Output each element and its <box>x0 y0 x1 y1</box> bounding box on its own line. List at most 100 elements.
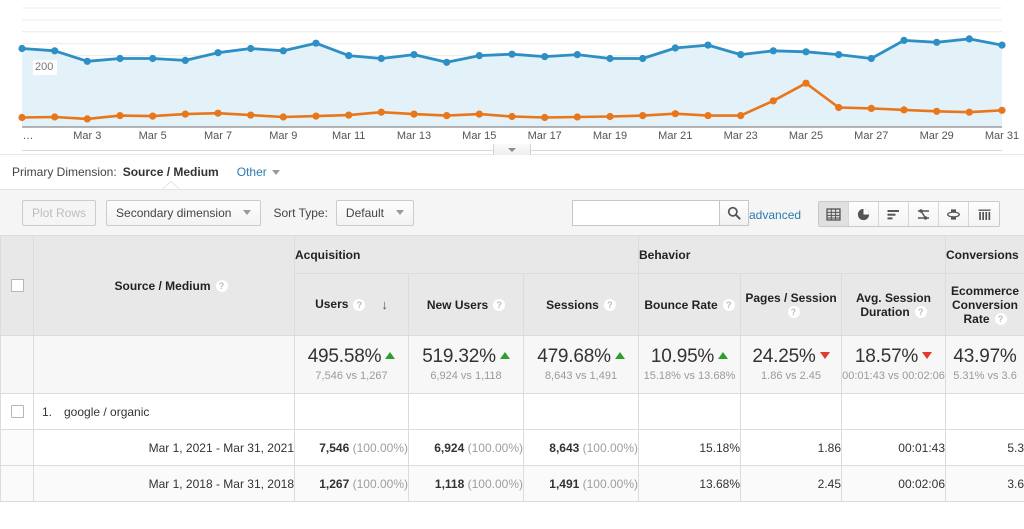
chart-data-point[interactable] <box>737 51 745 59</box>
help-icon[interactable]: ? <box>353 298 366 311</box>
chart-data-point[interactable] <box>181 56 189 64</box>
chart-data-point[interactable] <box>639 54 647 63</box>
chart-data-point[interactable] <box>933 107 941 115</box>
select-all-checkbox[interactable] <box>10 279 24 292</box>
chart-data-point[interactable] <box>214 109 222 117</box>
help-icon[interactable]: ? <box>914 306 927 319</box>
chart-data-point[interactable] <box>149 112 157 120</box>
chart-data-point[interactable] <box>704 112 712 120</box>
help-icon[interactable]: ? <box>493 299 506 312</box>
chart-data-point[interactable] <box>377 54 385 63</box>
chart-data-point[interactable] <box>835 51 843 59</box>
chart-data-point[interactable] <box>737 112 745 120</box>
column-header-users[interactable]: Users? ↓ <box>294 273 409 336</box>
row-checkbox[interactable] <box>10 405 24 418</box>
chart-data-point[interactable] <box>900 106 908 114</box>
chart-data-point[interactable] <box>83 115 91 123</box>
chart-data-point[interactable] <box>671 44 679 52</box>
plot-rows-button[interactable]: Plot Rows <box>22 199 97 226</box>
help-icon[interactable]: ? <box>215 280 228 293</box>
chart-data-point[interactable] <box>998 106 1006 114</box>
percentage-view-button[interactable] <box>849 202 879 226</box>
chart-data-point[interactable] <box>247 111 255 119</box>
chart-data-point[interactable] <box>18 44 26 53</box>
chart-data-point[interactable] <box>279 47 287 55</box>
chart-data-point[interactable] <box>18 113 26 122</box>
chart-data-point[interactable] <box>802 79 810 87</box>
pivot-view-button[interactable] <box>939 202 969 226</box>
chart-data-point[interactable] <box>769 47 777 55</box>
search-input[interactable] <box>572 200 719 226</box>
chart-data-point[interactable] <box>475 110 483 118</box>
column-header-sessions[interactable]: Sessions? <box>522 273 640 336</box>
chart-data-point[interactable] <box>410 51 418 59</box>
chart-data-point[interactable] <box>149 54 157 63</box>
chart-data-point[interactable] <box>965 108 973 116</box>
metric-percent: (100.00%) <box>582 476 639 491</box>
help-icon[interactable]: ? <box>994 313 1007 326</box>
avg-duration-cell: 00:02:06 <box>841 465 947 502</box>
chart-data-point[interactable] <box>247 44 255 53</box>
chart-data-point[interactable] <box>312 112 320 120</box>
chart-data-point[interactable] <box>802 48 810 56</box>
chart-data-point[interactable] <box>769 97 777 105</box>
chart-data-point[interactable] <box>998 41 1006 49</box>
chart-data-point[interactable] <box>83 57 91 65</box>
chart-data-point[interactable] <box>116 54 124 63</box>
chart-data-point[interactable] <box>345 111 353 119</box>
chart-data-point[interactable] <box>606 112 614 121</box>
chart-data-point[interactable] <box>639 112 647 120</box>
column-header-pages-session[interactable]: Pages / Session? <box>740 273 843 336</box>
table-row[interactable]: 1. google / organic <box>0 393 1024 430</box>
chart-data-point[interactable] <box>900 36 908 45</box>
chart-data-point[interactable] <box>933 38 941 46</box>
chart-data-point[interactable] <box>573 51 581 59</box>
column-header-bounce-rate[interactable]: Bounce Rate? <box>638 273 742 336</box>
chart-data-point[interactable] <box>214 49 222 57</box>
chart-data-point[interactable] <box>508 50 516 58</box>
help-icon[interactable]: ? <box>603 299 616 312</box>
table-view-button[interactable] <box>819 202 849 226</box>
chart-data-point[interactable] <box>410 110 418 118</box>
chart-data-point[interactable] <box>377 108 385 116</box>
column-header-new-users[interactable]: New Users? <box>408 273 524 336</box>
column-header-ecommerce-conversion-rate[interactable]: Ecommerce Conversion Rate? <box>945 273 1024 336</box>
help-icon[interactable]: ? <box>722 299 735 312</box>
chart-data-point[interactable] <box>443 112 451 120</box>
chart-data-point[interactable] <box>312 39 320 47</box>
row-checkbox-cell[interactable] <box>0 393 34 430</box>
chart-data-point[interactable] <box>475 52 483 60</box>
chart-data-point[interactable] <box>573 113 581 121</box>
chart-data-point[interactable] <box>867 104 875 112</box>
chart-data-point[interactable] <box>116 112 124 120</box>
chart-data-point[interactable] <box>541 113 549 122</box>
chart-data-point[interactable] <box>345 52 353 60</box>
chart-data-point[interactable] <box>443 58 451 66</box>
chart-data-point[interactable] <box>671 110 679 118</box>
chart-data-point[interactable] <box>965 35 973 43</box>
dimension-header-cell[interactable]: Source / Medium? <box>33 235 295 336</box>
performance-view-button[interactable] <box>879 202 909 226</box>
chart-data-point[interactable] <box>867 54 875 63</box>
chart-data-point[interactable] <box>51 47 59 55</box>
chart-data-point[interactable] <box>606 54 614 63</box>
help-icon[interactable]: ? <box>787 306 800 319</box>
primary-dimension-other[interactable]: Other <box>237 165 280 179</box>
chart-data-point[interactable] <box>541 53 549 61</box>
chart-data-point[interactable] <box>508 112 516 121</box>
primary-dimension-value[interactable]: Source / Medium <box>123 165 219 179</box>
advanced-link[interactable]: advanced <box>749 208 801 222</box>
chart-data-point[interactable] <box>704 41 712 49</box>
chart-data-point[interactable] <box>279 113 287 121</box>
chart-data-point[interactable] <box>51 113 59 121</box>
secondary-dimension-button[interactable]: Secondary dimension <box>106 199 262 226</box>
column-header-avg-session-duration[interactable]: Avg. Session Duration? <box>841 273 947 336</box>
comparison-view-button[interactable] <box>909 202 939 226</box>
table-control-bar: Plot Rows Secondary dimension Sort Type:… <box>0 189 1024 235</box>
row-dimension-value[interactable]: google / organic <box>64 405 149 419</box>
terms-view-button[interactable] <box>969 202 999 226</box>
chart-data-point[interactable] <box>181 110 189 118</box>
sort-type-button[interactable]: Default <box>335 199 414 226</box>
search-button[interactable] <box>719 200 749 226</box>
chart-data-point[interactable] <box>835 103 843 112</box>
